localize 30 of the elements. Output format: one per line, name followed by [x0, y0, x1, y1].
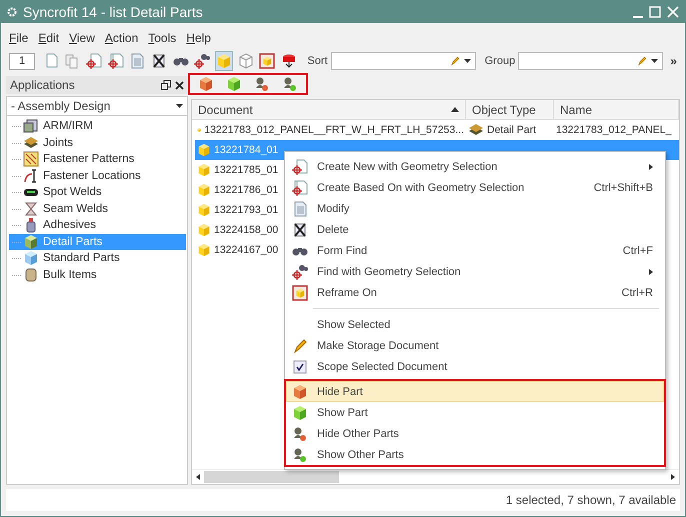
- document-cell: 13221784_01: [214, 144, 278, 156]
- document-cell: 13221793_01: [214, 204, 278, 216]
- document-cell: 13224167_00: [214, 244, 278, 256]
- shortcut-text: Ctrl+R: [622, 286, 653, 298]
- tree-item-label: ARM/IRM: [43, 120, 93, 132]
- tree-item-label: Detail Parts: [43, 236, 102, 248]
- tree-item-label: Fastener Locations: [43, 170, 141, 182]
- document-cell: 13224158_00: [214, 224, 278, 236]
- name-cell: 13221783_012_PANEL_: [556, 124, 672, 136]
- status-text: 1 selected, 7 shown, 7 available: [506, 493, 676, 507]
- tree-item-label: Standard Parts: [43, 252, 120, 264]
- group-label: Group: [484, 55, 516, 67]
- object-type-cell: Detail Part: [487, 124, 536, 136]
- panel-title: Applications: [10, 78, 76, 92]
- window-title: Syncrofit 14 - list Detail Parts: [23, 4, 204, 20]
- column-title: Object Type: [472, 102, 536, 116]
- tree-item-label: Adhesives: [43, 219, 96, 232]
- tree-item-label: Spot Welds: [43, 186, 102, 198]
- tree-item-label: Bulk Items: [43, 268, 97, 281]
- document-cell: 13221786_01: [214, 184, 278, 196]
- document-cell: 13221783_012_PANEL__FRT_W_H_FRT_LH_57253...: [204, 124, 464, 136]
- shortcut-text: Ctrl+Shift+B: [594, 182, 653, 194]
- column-title: Document: [198, 102, 253, 116]
- shortcut-text: Ctrl+F: [622, 244, 653, 256]
- tree-item-label: Joints: [43, 136, 74, 149]
- tree-item-label: Seam Welds: [43, 202, 108, 215]
- column-title: Name: [560, 102, 592, 116]
- sort-label: Sort: [307, 55, 328, 67]
- tree-item-label: Fastener Patterns: [43, 153, 134, 166]
- document-cell: 13221785_01: [214, 164, 278, 176]
